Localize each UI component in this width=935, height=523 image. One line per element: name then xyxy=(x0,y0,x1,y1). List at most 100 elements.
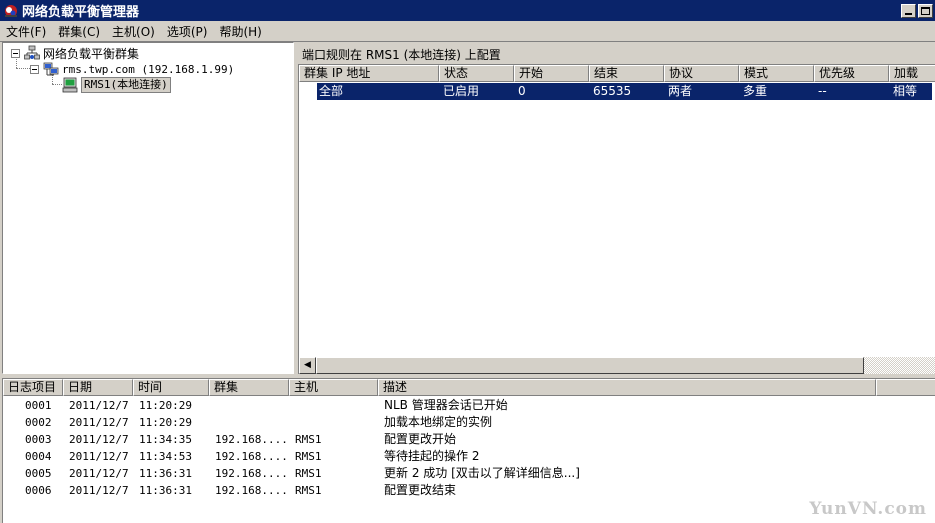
menu-bar: 文件(F) 群集(C) 主机(O) 选项(P) 帮助(H) xyxy=(0,22,935,42)
log-host: RMS1 xyxy=(295,467,322,480)
port-rules-panel: 端口规则在 RMS1 (本地连接) 上配置 群集 IP 地址 状态 开始 结束 … xyxy=(298,42,935,374)
log-description: 加载本地绑定的实例 xyxy=(384,415,493,429)
log-cluster xyxy=(215,397,295,414)
log-entry-id: 0002 xyxy=(25,416,52,429)
log-host xyxy=(295,397,384,414)
log-header-description[interactable]: 描述 xyxy=(378,379,876,396)
tree-connector xyxy=(16,68,30,69)
log-cluster: 192.168.... xyxy=(215,450,288,463)
column-header-mode[interactable]: 模式 xyxy=(739,65,814,82)
port-rules-column-headers: 群集 IP 地址 状态 开始 结束 协议 模式 优先级 加载 xyxy=(299,65,935,82)
network-cluster-icon xyxy=(24,45,40,60)
column-header-priority[interactable]: 优先级 xyxy=(814,65,889,82)
log-header-date[interactable]: 日期 xyxy=(63,379,133,396)
log-time: 11:36:31 xyxy=(139,467,192,480)
log-list[interactable]: 日志项目 日期 时间 群集 主机 描述 0001 2011/12/7 11:20… xyxy=(2,378,935,523)
menu-options[interactable]: 选项(P) xyxy=(161,22,214,42)
log-row[interactable]: 0005 2011/12/7 11:36:31 192.168.... RMS1… xyxy=(3,465,882,482)
log-host xyxy=(295,414,384,431)
tree-node-host[interactable]: RMS1(本地连接) xyxy=(62,77,171,93)
log-time: 11:20:29 xyxy=(139,399,192,412)
cluster-icon xyxy=(43,62,59,76)
cell-cluster-ip: 全部 xyxy=(319,84,344,98)
minimize-icon xyxy=(905,13,912,15)
log-entry-id: 0004 xyxy=(25,450,52,463)
log-header-host[interactable]: 主机 xyxy=(289,379,378,396)
maximize-button[interactable] xyxy=(918,4,933,18)
log-time: 11:34:53 xyxy=(139,450,192,463)
log-cluster: 192.168.... xyxy=(215,467,288,480)
log-header-entry[interactable]: 日志项目 xyxy=(3,379,63,396)
collapse-icon[interactable] xyxy=(30,64,39,74)
menu-host[interactable]: 主机(O) xyxy=(106,22,161,42)
log-date: 2011/12/7 xyxy=(69,416,129,429)
horizontal-scrollbar[interactable]: ◀ xyxy=(299,357,935,374)
cell-load: 相等 xyxy=(893,84,918,98)
log-cluster xyxy=(215,414,295,431)
menu-help[interactable]: 帮助(H) xyxy=(213,22,267,42)
column-header-protocol[interactable]: 协议 xyxy=(664,65,739,82)
log-row[interactable]: 0004 2011/12/7 11:34:53 192.168.... RMS1… xyxy=(3,448,882,465)
host-computer-icon xyxy=(62,77,78,93)
cell-protocol: 两者 xyxy=(668,84,693,98)
port-rule-row[interactable]: 全部 已启用 0 65535 两者 多重 -- 相等 xyxy=(317,83,932,100)
tree-host-label: RMS1(本地连接) xyxy=(81,77,171,93)
port-rules-header: 端口规则在 RMS1 (本地连接) 上配置 xyxy=(302,48,501,62)
tree-node-root[interactable]: 网络负载平衡群集 xyxy=(11,45,139,61)
cell-priority: -- xyxy=(818,84,827,98)
log-description: 配置更改结束 xyxy=(384,483,457,497)
nlb-app-icon xyxy=(5,4,17,17)
log-header-cluster[interactable]: 群集 xyxy=(209,379,289,396)
menu-file[interactable]: 文件(F) xyxy=(0,22,52,42)
log-header-time[interactable]: 时间 xyxy=(133,379,209,396)
cell-status: 已启用 xyxy=(443,84,480,98)
log-entry-id: 0001 xyxy=(25,399,52,412)
log-cluster: 192.168.... xyxy=(215,484,288,497)
column-header-status[interactable]: 状态 xyxy=(439,65,514,82)
scroll-thumb[interactable] xyxy=(316,357,864,374)
cluster-tree[interactable]: 网络负载平衡群集 rms.twp.com (192.168.1.99) RMS1… xyxy=(2,42,294,374)
maximize-icon xyxy=(921,7,930,15)
log-row[interactable]: 0003 2011/12/7 11:34:35 192.168.... RMS1… xyxy=(3,431,882,448)
minimize-button[interactable] xyxy=(901,4,916,18)
log-date: 2011/12/7 xyxy=(69,484,129,497)
log-description: NLB 管理器会话已开始 xyxy=(384,398,508,412)
menu-cluster[interactable]: 群集(C) xyxy=(52,22,106,42)
column-header-cluster-ip[interactable]: 群集 IP 地址 xyxy=(299,65,439,82)
log-column-headers: 日志项目 日期 时间 群集 主机 描述 xyxy=(3,379,935,396)
cell-mode: 多重 xyxy=(743,84,768,98)
column-header-start[interactable]: 开始 xyxy=(514,65,589,82)
log-entry-id: 0006 xyxy=(25,484,52,497)
scroll-left-icon: ◀ xyxy=(304,360,311,370)
tree-connector xyxy=(52,84,62,85)
scroll-left-button[interactable]: ◀ xyxy=(299,357,316,374)
log-time: 11:36:31 xyxy=(139,484,192,497)
log-description: 更新 2 成功 [双击以了解详细信息...] xyxy=(384,466,580,480)
log-host: RMS1 xyxy=(295,484,322,497)
tree-node-cluster[interactable]: rms.twp.com (192.168.1.99) xyxy=(30,61,234,77)
log-description: 等待挂起的操作 2 xyxy=(384,449,480,463)
log-date: 2011/12/7 xyxy=(69,450,129,463)
log-host: RMS1 xyxy=(295,450,322,463)
tree-root-label: 网络负载平衡群集 xyxy=(43,46,140,61)
log-host: RMS1 xyxy=(295,433,322,446)
watermark: YunVN.com xyxy=(809,499,927,519)
log-time: 11:20:29 xyxy=(139,416,192,429)
column-header-load[interactable]: 加载 xyxy=(889,65,935,82)
cell-end: 65535 xyxy=(593,84,632,98)
window-title: 网络负载平衡管理器 xyxy=(22,5,140,20)
collapse-icon[interactable] xyxy=(11,48,20,58)
log-entry-id: 0003 xyxy=(25,433,52,446)
log-row[interactable]: 0006 2011/12/7 11:36:31 192.168.... RMS1… xyxy=(3,482,882,499)
log-date: 2011/12/7 xyxy=(69,433,129,446)
log-description: 配置更改开始 xyxy=(384,432,457,446)
log-row[interactable]: 0001 2011/12/7 11:20:29 NLB 管理器会话已开始 xyxy=(3,397,882,414)
cell-start: 0 xyxy=(518,84,526,98)
log-cluster: 192.168.... xyxy=(215,433,288,446)
column-header-end[interactable]: 结束 xyxy=(589,65,664,82)
port-rules-list[interactable]: 群集 IP 地址 状态 开始 结束 协议 模式 优先级 加载 全部 已启用 0 … xyxy=(298,64,935,374)
log-header-filler xyxy=(876,379,935,396)
log-row[interactable]: 0002 2011/12/7 11:20:29 加载本地绑定的实例 xyxy=(3,414,882,431)
tree-cluster-label: rms.twp.com (192.168.1.99) xyxy=(62,62,235,76)
title-bar[interactable]: 网络负载平衡管理器 xyxy=(0,0,935,22)
